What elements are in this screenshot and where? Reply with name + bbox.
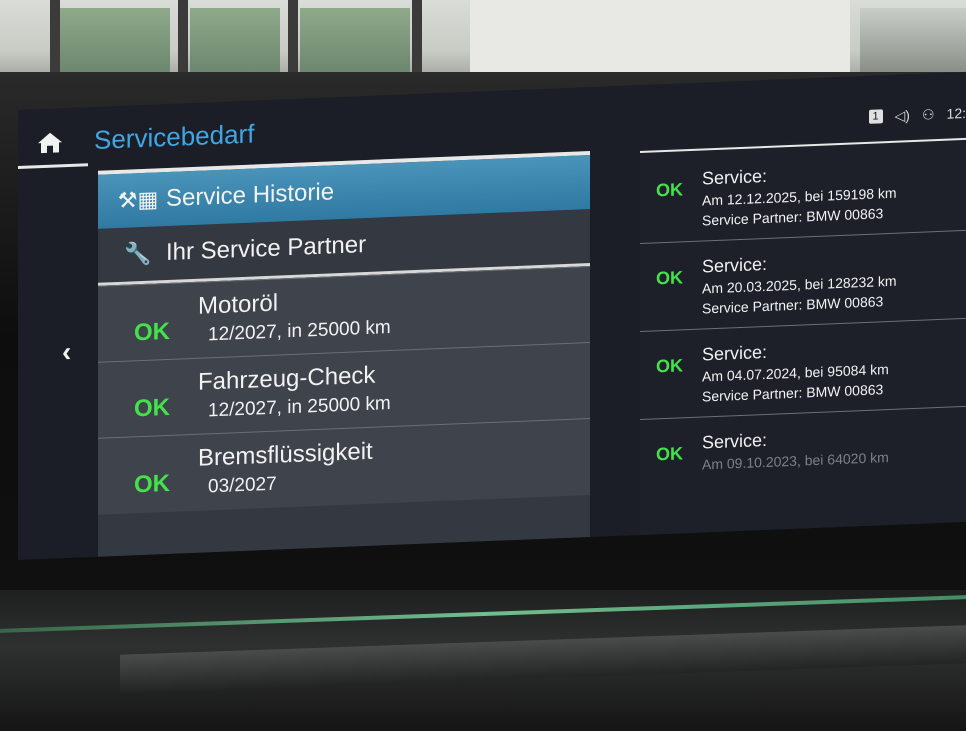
window-pane [300, 8, 410, 72]
background-wall [470, 0, 850, 82]
calendar-wrench-icon: ⚒▦ [117, 186, 159, 213]
history-date: Am 09.10.2023, bei 64020 km [702, 449, 889, 473]
window-frame [178, 0, 188, 80]
service-info: 03/2027 [208, 473, 277, 498]
status-area: 1 ◁) ⚇ 12: [868, 102, 966, 128]
service-menu: ⚒▦ Service Historie 🔧 Ihr Service Partne… [98, 151, 590, 557]
history-label: Service: [702, 341, 768, 365]
service-history-panel: OK Service: Am 12.12.2025, bei 159198 km… [640, 135, 966, 536]
clock: 12: [946, 104, 966, 122]
notification-badge[interactable]: 1 [868, 109, 883, 124]
history-label: Service: [702, 253, 768, 277]
status-ok: OK [656, 443, 683, 465]
status-ok: OK [656, 267, 683, 289]
history-date: Am 04.07.2024, bei 95084 km [702, 361, 889, 385]
window-frame [50, 0, 60, 80]
speaker-icon: ◁) [894, 106, 910, 124]
window-pane [860, 8, 966, 72]
menu-item-label: Ihr Service Partner [166, 231, 367, 267]
service-name: Motoröl [198, 289, 279, 320]
window-frame [412, 0, 422, 80]
page-title: Servicebedarf [94, 118, 255, 155]
user-icon[interactable]: ⚇ [922, 106, 935, 124]
status-ok: OK [656, 179, 683, 201]
history-partner: Service Partner: BMW 00863 [702, 205, 884, 229]
history-label: Service: [702, 165, 768, 189]
back-arrow-icon[interactable]: ‹ [62, 335, 82, 367]
history-item[interactable]: OK Service: Am 20.03.2025, bei 128232 km… [640, 234, 966, 329]
history-partner: Service Partner: BMW 00863 [702, 381, 884, 405]
history-partner: Service Partner: BMW 00863 [702, 293, 884, 317]
window-pane [190, 8, 280, 72]
service-name: Fahrzeug-Check [198, 361, 376, 396]
service-info: 12/2027, in 25000 km [208, 393, 391, 422]
home-icon[interactable] [36, 130, 64, 155]
wrench-icon: 🔧 [124, 240, 152, 267]
window-pane [60, 8, 170, 72]
history-item[interactable]: OK Service: Am 12.12.2025, bei 159198 km… [640, 146, 966, 241]
history-label: Service: [702, 429, 768, 453]
status-ok: OK [134, 317, 170, 347]
service-info: 12/2027, in 25000 km [208, 317, 391, 346]
home-underline [18, 163, 88, 169]
status-ok: OK [134, 469, 170, 499]
service-name: Bremsflüssigkeit [198, 437, 373, 472]
window-frame [288, 0, 298, 80]
status-ok: OK [134, 393, 170, 423]
status-ok: OK [656, 355, 683, 377]
history-item[interactable]: OK Service: Am 04.07.2024, bei 95084 km … [640, 322, 966, 417]
history-item[interactable]: OK Service: Am 09.10.2023, bei 64020 km [640, 410, 966, 505]
infotainment-screen: Servicebedarf 1 ◁) ⚇ 12: ‹ ⚒▦ Service Hi… [18, 71, 966, 561]
menu-item-label: Service Historie [166, 178, 335, 213]
